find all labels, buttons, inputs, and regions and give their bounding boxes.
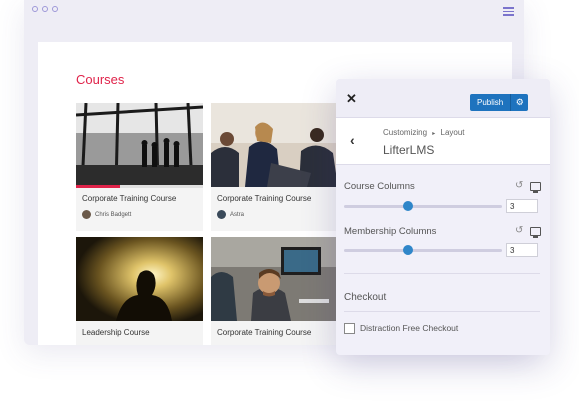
course-title[interactable]: Corporate Training Course bbox=[217, 194, 311, 203]
section-header: ‹ Customizing ▸ Layout LifterLMS bbox=[336, 117, 550, 165]
course-columns-slider[interactable] bbox=[344, 205, 502, 208]
course-title[interactable]: Corporate Training Course bbox=[217, 328, 311, 337]
avatar bbox=[82, 210, 91, 219]
breadcrumb-separator-icon: ▸ bbox=[432, 131, 436, 137]
page-heading: Courses bbox=[76, 72, 125, 87]
publish-button[interactable]: Publish bbox=[470, 94, 511, 111]
breadcrumb-leaf: Layout bbox=[440, 128, 465, 137]
gear-icon[interactable]: ⚙ bbox=[510, 94, 529, 111]
back-chevron-icon[interactable]: ‹ bbox=[350, 132, 355, 148]
course-card[interactable]: Corporate Training Course Astra bbox=[211, 103, 338, 231]
window-controls bbox=[32, 6, 58, 12]
author-name: Chris Badgett bbox=[95, 211, 132, 218]
reset-icon[interactable]: ↺ bbox=[515, 225, 523, 236]
customizer-header: ✕ Publish ⚙ bbox=[336, 79, 550, 117]
course-image[interactable] bbox=[76, 237, 203, 321]
course-image[interactable] bbox=[211, 237, 338, 321]
course-columns-slider-thumb[interactable] bbox=[403, 201, 413, 211]
reset-icon[interactable]: ↺ bbox=[515, 180, 523, 191]
desktop-monitor-icon[interactable] bbox=[530, 182, 541, 193]
window-dot-icon[interactable] bbox=[32, 6, 38, 12]
window-dot-icon[interactable] bbox=[52, 6, 58, 12]
course-columns-input[interactable]: 3 bbox=[506, 199, 538, 213]
distraction-free-checkbox[interactable] bbox=[344, 323, 355, 334]
breadcrumb: Customizing ▸ Layout bbox=[383, 128, 465, 137]
publish-button-group: Publish ⚙ bbox=[470, 94, 529, 111]
close-icon[interactable]: ✕ bbox=[346, 92, 357, 105]
course-image[interactable] bbox=[76, 103, 203, 187]
progress-track bbox=[76, 185, 203, 188]
course-card[interactable]: Leadership Course bbox=[76, 237, 203, 345]
course-title[interactable]: Corporate Training Course bbox=[82, 194, 176, 203]
membership-columns-slider-thumb[interactable] bbox=[403, 245, 413, 255]
avatar bbox=[217, 210, 226, 219]
divider bbox=[344, 311, 540, 312]
author-name: Astra bbox=[230, 211, 245, 218]
panel-title: LifterLMS bbox=[383, 143, 435, 157]
breadcrumb-root: Customizing bbox=[383, 128, 428, 137]
browser-topbar bbox=[24, 0, 524, 24]
membership-columns-slider[interactable] bbox=[344, 249, 502, 252]
customizer-panel: ✕ Publish ⚙ ‹ Customizing ▸ Layout Lifte… bbox=[336, 79, 550, 355]
course-image[interactable] bbox=[211, 103, 338, 187]
hamburger-menu-icon[interactable] bbox=[503, 7, 514, 18]
course-card[interactable]: Corporate Training Course Chris Badgett bbox=[76, 103, 203, 231]
window-dot-icon[interactable] bbox=[42, 6, 48, 12]
course-columns-label: Course Columns bbox=[344, 181, 415, 192]
course-author: Astra bbox=[217, 210, 244, 219]
membership-columns-label: Membership Columns bbox=[344, 226, 437, 237]
checkout-heading: Checkout bbox=[344, 292, 387, 303]
desktop-monitor-icon[interactable] bbox=[530, 227, 541, 238]
divider bbox=[344, 273, 540, 274]
membership-columns-input[interactable]: 3 bbox=[506, 243, 538, 257]
course-card[interactable]: Corporate Training Course bbox=[211, 237, 338, 345]
course-author: Chris Badgett bbox=[82, 210, 131, 219]
distraction-free-label[interactable]: Distraction Free Checkout bbox=[360, 323, 458, 333]
course-title[interactable]: Leadership Course bbox=[82, 328, 150, 337]
progress-fill bbox=[76, 185, 121, 188]
